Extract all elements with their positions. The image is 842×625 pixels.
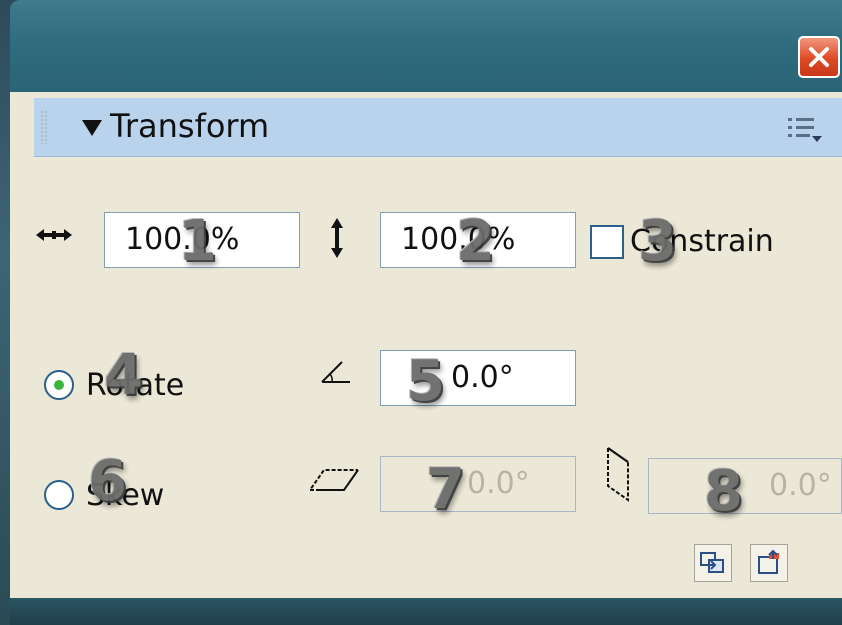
panel-header[interactable]: Transform: [34, 98, 842, 157]
rotate-radio[interactable]: [44, 370, 74, 400]
skew-vertical-input[interactable]: 0.0°: [648, 458, 842, 514]
close-icon: [809, 47, 829, 67]
copy-and-apply-transform-button[interactable]: [694, 544, 732, 582]
width-scale-icon: [36, 229, 72, 241]
skew-vertical-icon: [607, 446, 629, 502]
reset-transform-icon: [758, 549, 779, 574]
callout-6: 6: [88, 449, 127, 514]
transform-panel: Transform 100.0% 1 100.0% 2 Constrain 3 …: [10, 92, 842, 598]
callout-4: 4: [104, 343, 143, 408]
callout-1: 1: [178, 209, 217, 274]
drag-grip-icon[interactable]: [40, 110, 48, 144]
copy-and-apply-transform-icon: [700, 552, 724, 573]
callout-8: 8: [704, 459, 743, 524]
callout-5: 5: [406, 349, 445, 414]
skew-horizontal-icon: [308, 469, 359, 491]
collapse-triangle-icon[interactable]: [82, 120, 102, 136]
skew-radio[interactable]: [44, 480, 74, 510]
callout-3: 3: [638, 209, 677, 274]
constrain-checkbox[interactable]: [590, 225, 624, 259]
skew-horizontal-input[interactable]: 0.0°: [380, 456, 576, 512]
close-button[interactable]: [798, 36, 840, 78]
rotate-angle-icon: [321, 361, 350, 383]
callout-7: 7: [426, 457, 465, 522]
panel-title: Transform: [110, 107, 270, 145]
window-bottom-edge: [10, 598, 842, 625]
window-titlebar: [10, 0, 842, 92]
callout-2: 2: [456, 209, 495, 274]
height-scale-icon: [331, 218, 343, 258]
reset-transform-button[interactable]: [750, 544, 788, 582]
panel-options-icon[interactable]: [786, 114, 826, 146]
